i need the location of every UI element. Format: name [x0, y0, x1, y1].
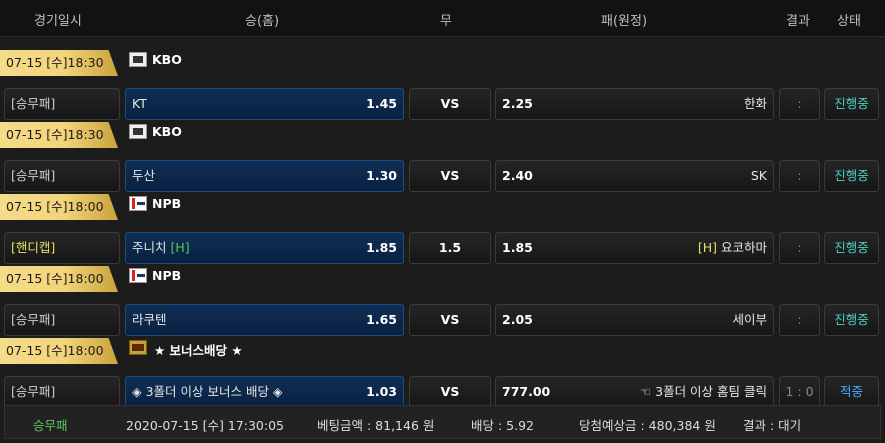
home-team: 라쿠텐 — [132, 312, 167, 327]
match-datetime: 07-15 [수]18:00 — [0, 338, 118, 364]
away-odds: 2.40 — [502, 168, 533, 183]
header-draw: 무 — [440, 14, 452, 29]
bet-type: [승무패] — [4, 376, 120, 408]
home-team: 두산 — [132, 168, 156, 183]
summary-bet-amount: 베팅금액 : 81,146 원 — [317, 418, 435, 433]
header-result: 결과 — [786, 14, 810, 29]
league-name: KBO — [152, 124, 182, 139]
handicap-tag: [H] — [170, 240, 190, 255]
home-odds: 1.30 — [366, 168, 397, 183]
match-status: 적중 — [824, 376, 879, 408]
summary-result: 결과 : 대기 — [743, 418, 802, 433]
home-team: ◈ 3폴더 이상 보너스 배당 ◈ — [132, 384, 283, 399]
header-status: 상태 — [837, 14, 861, 29]
away-odds: 2.25 — [502, 96, 533, 111]
league-name: KBO — [152, 52, 182, 67]
header-date: 경기일시 — [34, 14, 82, 29]
away-team: SK — [750, 168, 767, 183]
kbo-logo-icon — [129, 124, 147, 139]
npb-logo-icon — [129, 196, 147, 211]
home-team: 주니치 — [132, 240, 167, 255]
match-result: 1 : 0 — [779, 376, 820, 408]
league-name: ★ 보너스배당 ★ — [154, 343, 243, 358]
home-odds: 1.45 — [366, 96, 397, 111]
bonus-logo-icon — [129, 340, 147, 355]
match-row: 07-15 [수]18:00 NPB [핸디캡] 주니치 [H] 1.85 1.… — [0, 188, 885, 264]
match-row: 07-15 [수]18:00 ★ 보너스배당 ★ [승무패] ◈ 3폴더 이상 … — [0, 332, 885, 408]
match-row: 07-15 [수]18:30 KBO [승무패] KT 1.45 VS 2.25… — [0, 44, 885, 120]
draw-bet-button[interactable]: VS — [409, 376, 491, 408]
kbo-logo-icon — [129, 52, 147, 67]
away-team-wrap: [H] 요코하마 — [698, 233, 767, 263]
header-away: 패(원정) — [601, 14, 648, 29]
league-name: NPB — [152, 268, 182, 283]
match-datetime: 07-15 [수]18:00 — [0, 194, 118, 220]
home-team: KT — [132, 96, 147, 111]
home-bet-button[interactable]: ◈ 3폴더 이상 보너스 배당 ◈ 1.03 — [125, 376, 404, 408]
away-team: 한화 — [743, 96, 767, 111]
bet-summary: 승무패 2020-07-15 [수] 17:30:05 베팅금액 : 81,14… — [4, 405, 881, 439]
handicap-tag: [H] — [697, 240, 717, 255]
home-odds: 1.03 — [366, 384, 397, 399]
npb-logo-icon — [129, 268, 147, 283]
away-team: ☜ 3폴더 이상 홈팀 클릭 — [639, 384, 767, 399]
match-datetime: 07-15 [수]18:30 — [0, 122, 118, 148]
away-odds: 777.00 — [502, 384, 551, 399]
match-row: 07-15 [수]18:00 NPB [승무패] 라쿠텐 1.65 VS 2.0… — [0, 260, 885, 336]
match-row: 07-15 [수]18:30 KBO [승무패] 두산 1.30 VS 2.40… — [0, 116, 885, 192]
home-odds: 1.65 — [366, 312, 397, 327]
summary-expected-win: 당첨예상금 : 480,384 원 — [579, 418, 716, 433]
away-bet-button[interactable]: 777.00 ☜ 3폴더 이상 홈팀 클릭 — [495, 376, 774, 408]
summary-datetime: 2020-07-15 [수] 17:30:05 — [126, 418, 284, 433]
league-name: NPB — [152, 196, 182, 211]
match-datetime: 07-15 [수]18:30 — [0, 50, 118, 76]
away-team: 세이부 — [732, 312, 767, 327]
summary-type: 승무패 — [33, 418, 68, 433]
home-odds: 1.85 — [366, 240, 397, 255]
header-home: 승(홈) — [245, 14, 280, 29]
table-header: 경기일시 승(홈) 무 패(원정) 결과 상태 — [0, 0, 885, 37]
away-odds: 1.85 — [502, 240, 533, 255]
away-team: 요코하마 — [720, 240, 767, 255]
match-datetime: 07-15 [수]18:00 — [0, 266, 118, 292]
away-odds: 2.05 — [502, 312, 533, 327]
summary-odds: 배당 : 5.92 — [471, 418, 534, 433]
